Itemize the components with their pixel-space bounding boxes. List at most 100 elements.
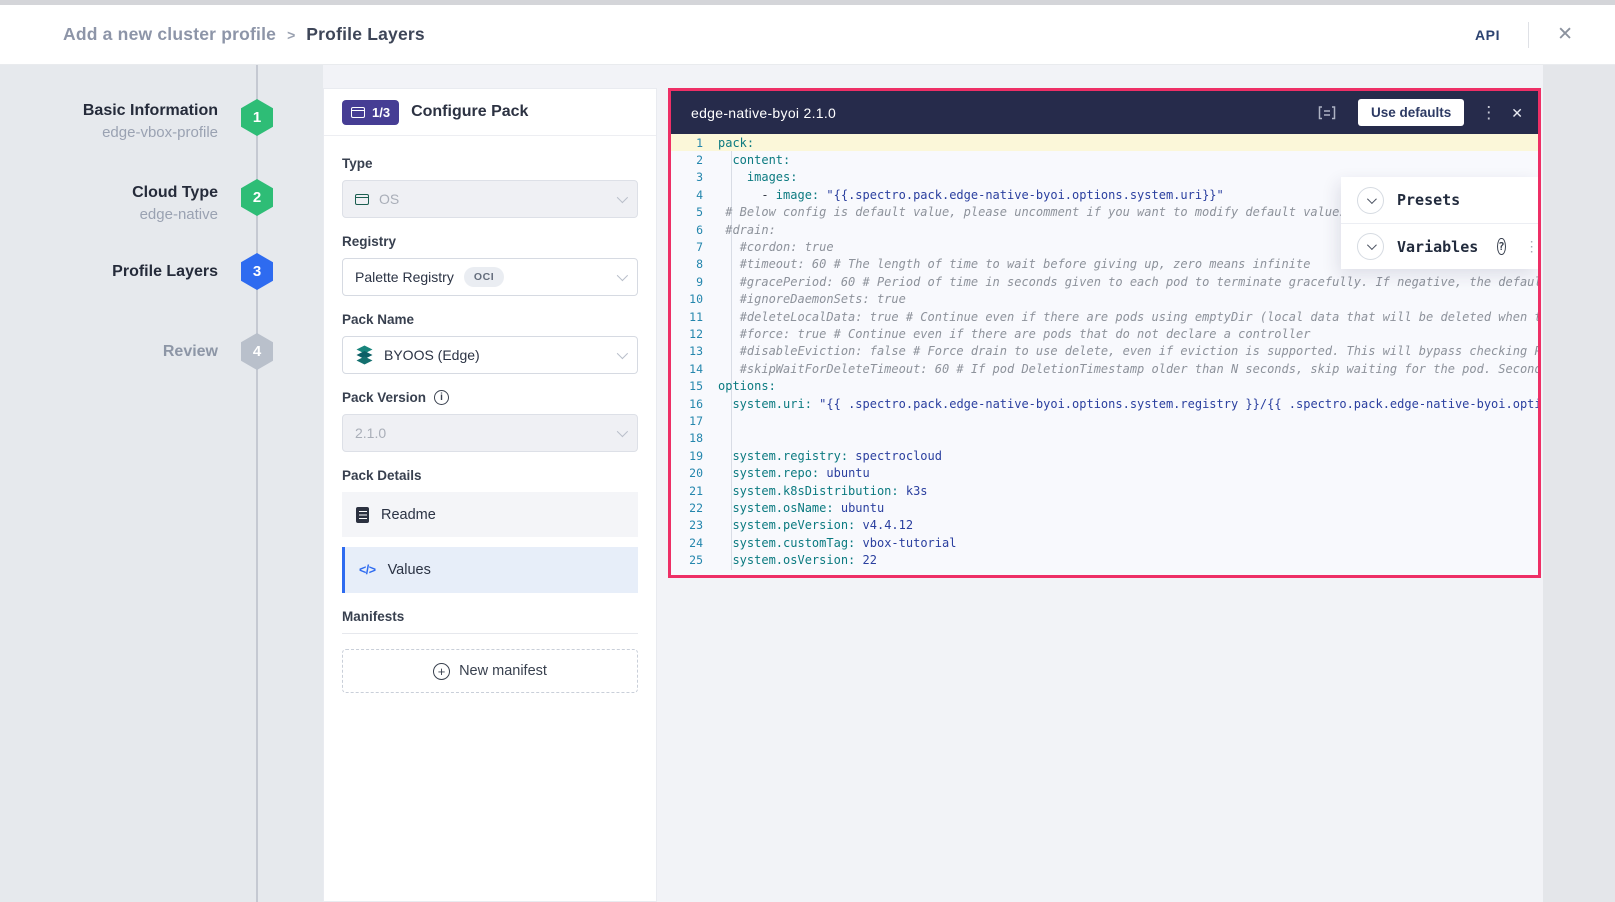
pack-name-value: BYOOS (Edge) [384,347,480,363]
presets-label: Presets [1397,191,1460,209]
line-number: 23 [671,518,718,532]
code-line[interactable]: 10 #ignoreDaemonSets: true [671,291,1538,308]
step-badge-3[interactable]: 3 [241,253,273,290]
code-line[interactable]: 15options: [671,377,1538,394]
line-number: 18 [671,431,718,445]
step-badge-2[interactable]: 2 [241,179,273,216]
pack-details-label: Pack Details [342,468,638,483]
pack-step-count: 1/3 [372,105,390,120]
close-icon[interactable]: ✕ [1557,25,1573,44]
step-cloud-type[interactable]: Cloud Type edge-native [132,182,218,225]
line-number: 9 [671,275,718,289]
step-badge-1[interactable]: 1 [241,99,273,136]
line-number: 15 [671,379,718,393]
line-number: 8 [671,257,718,271]
line-number: 25 [671,553,718,567]
chevron-down-icon [1357,233,1384,260]
presets-section-toggle[interactable]: Presets [1341,177,1538,223]
header-actions: API ✕ [1475,22,1573,48]
pack-version-select[interactable]: 2.1.0 [342,414,638,452]
code-line[interactable]: 25 system.osVersion: 22 [671,551,1538,568]
line-number: 10 [671,292,718,306]
step-review[interactable]: Review [163,341,218,363]
breadcrumb-parent[interactable]: Add a new cluster profile [63,24,276,45]
pack-name-select[interactable]: BYOOS (Edge) [342,336,638,374]
use-defaults-button[interactable]: Use defaults [1358,99,1464,126]
configure-pack-header: 1/3 Configure Pack [324,89,656,136]
editor-menu-icon[interactable]: ⋮ [1480,104,1497,121]
pack-step-badge: 1/3 [342,100,399,125]
right-gutter [1543,65,1615,902]
info-icon[interactable]: i [434,390,449,405]
code-line[interactable]: 16 system.uri: "{{ .spectro.pack.edge-na… [671,395,1538,412]
chevron-down-icon [617,270,628,281]
code-line[interactable]: 20 system.repo: ubuntu [671,464,1538,481]
chevron-down-icon [617,192,628,203]
code-line[interactable]: 9 #gracePeriod: 60 # Period of time in s… [671,273,1538,290]
code-line[interactable]: 22 system.osName: ubuntu [671,499,1538,516]
values-tab[interactable]: </> Values [342,547,638,593]
step-badge-4[interactable]: 4 [241,333,273,370]
step-label: Basic Information [83,100,218,122]
chevron-down-icon [617,348,628,359]
wizard-stepper-sidebar: Basic Information edge-vbox-profile 1 Cl… [0,65,323,902]
code-line[interactable]: 23 system.peVersion: v4.4.12 [671,517,1538,534]
api-button[interactable]: API [1475,27,1500,43]
type-value: OS [379,191,399,207]
code-line[interactable]: 13 #disableEviction: false # Force drain… [671,343,1538,360]
yaml-code-editor[interactable]: 1pack:2 content:3 images:4 - image: "{{.… [671,134,1538,575]
add-cluster-profile-modal: Add a new cluster profile > Profile Laye… [0,0,1615,902]
code-line[interactable]: 14 #skipWaitForDeleteTimeout: 60 # If po… [671,360,1538,377]
readme-label: Readme [381,507,436,523]
new-manifest-button[interactable]: + New manifest [342,649,638,693]
document-icon [356,507,369,523]
step-label: Cloud Type [132,182,218,204]
editor-close-icon[interactable]: ✕ [1511,106,1523,120]
line-number: 4 [671,188,718,202]
line-number: 11 [671,310,718,324]
line-number: 22 [671,501,718,515]
variables-section-toggle[interactable]: Variables ? ⋮ [1341,223,1538,269]
registry-select[interactable]: Palette Registry OCI [342,258,638,296]
oci-badge: OCI [464,267,504,287]
line-number: 1 [671,136,718,150]
step-label: Profile Layers [112,261,218,283]
byoos-pack-icon [355,345,374,365]
chevron-down-icon [1357,187,1384,214]
pack-name-label: Pack Name [342,312,638,327]
readme-tab[interactable]: Readme [342,492,638,537]
pack-version-value: 2.1.0 [355,425,386,441]
manifests-divider [342,633,638,634]
step-sublabel: edge-native [132,204,218,225]
variables-label: Variables [1397,238,1478,256]
step-sublabel: edge-vbox-profile [83,122,218,143]
line-number: 7 [671,240,718,254]
type-select[interactable]: OS [342,180,638,218]
code-line[interactable]: 21 system.k8sDistribution: k3s [671,482,1538,499]
new-manifest-label: New manifest [459,663,547,679]
step-label: Review [163,341,218,363]
code-icon: </> [359,563,376,577]
code-line[interactable]: 2 content: [671,151,1538,168]
code-line[interactable]: 24 system.customTag: vbox-tutorial [671,534,1538,551]
code-line[interactable]: 17 [671,412,1538,429]
expand-editor-icon[interactable] [1318,106,1336,120]
line-number: 16 [671,397,718,411]
code-line[interactable]: 19 system.registry: spectrocloud [671,447,1538,464]
registry-value: Palette Registry [355,269,454,285]
code-line[interactable]: 12 #force: true # Continue even if there… [671,325,1538,342]
os-layer-icon [355,194,369,205]
configure-pack-form: Type OS Registry Palette Registry OCI Pa… [324,136,656,693]
line-number: 5 [671,205,718,219]
main-content: 1/3 Configure Pack Type OS Registry Pale… [323,65,1615,902]
variables-menu-icon[interactable]: ⋮ [1525,240,1538,254]
step-basic-information[interactable]: Basic Information edge-vbox-profile [83,100,218,143]
code-line[interactable]: 1pack: [671,134,1538,151]
help-icon[interactable]: ? [1497,238,1505,255]
line-number: 3 [671,170,718,184]
header-divider [1528,22,1529,48]
step-profile-layers[interactable]: Profile Layers [112,261,218,283]
code-line[interactable]: 11 #deleteLocalData: true # Continue eve… [671,308,1538,325]
configure-pack-title: Configure Pack [411,103,528,121]
code-line[interactable]: 18 [671,430,1538,447]
